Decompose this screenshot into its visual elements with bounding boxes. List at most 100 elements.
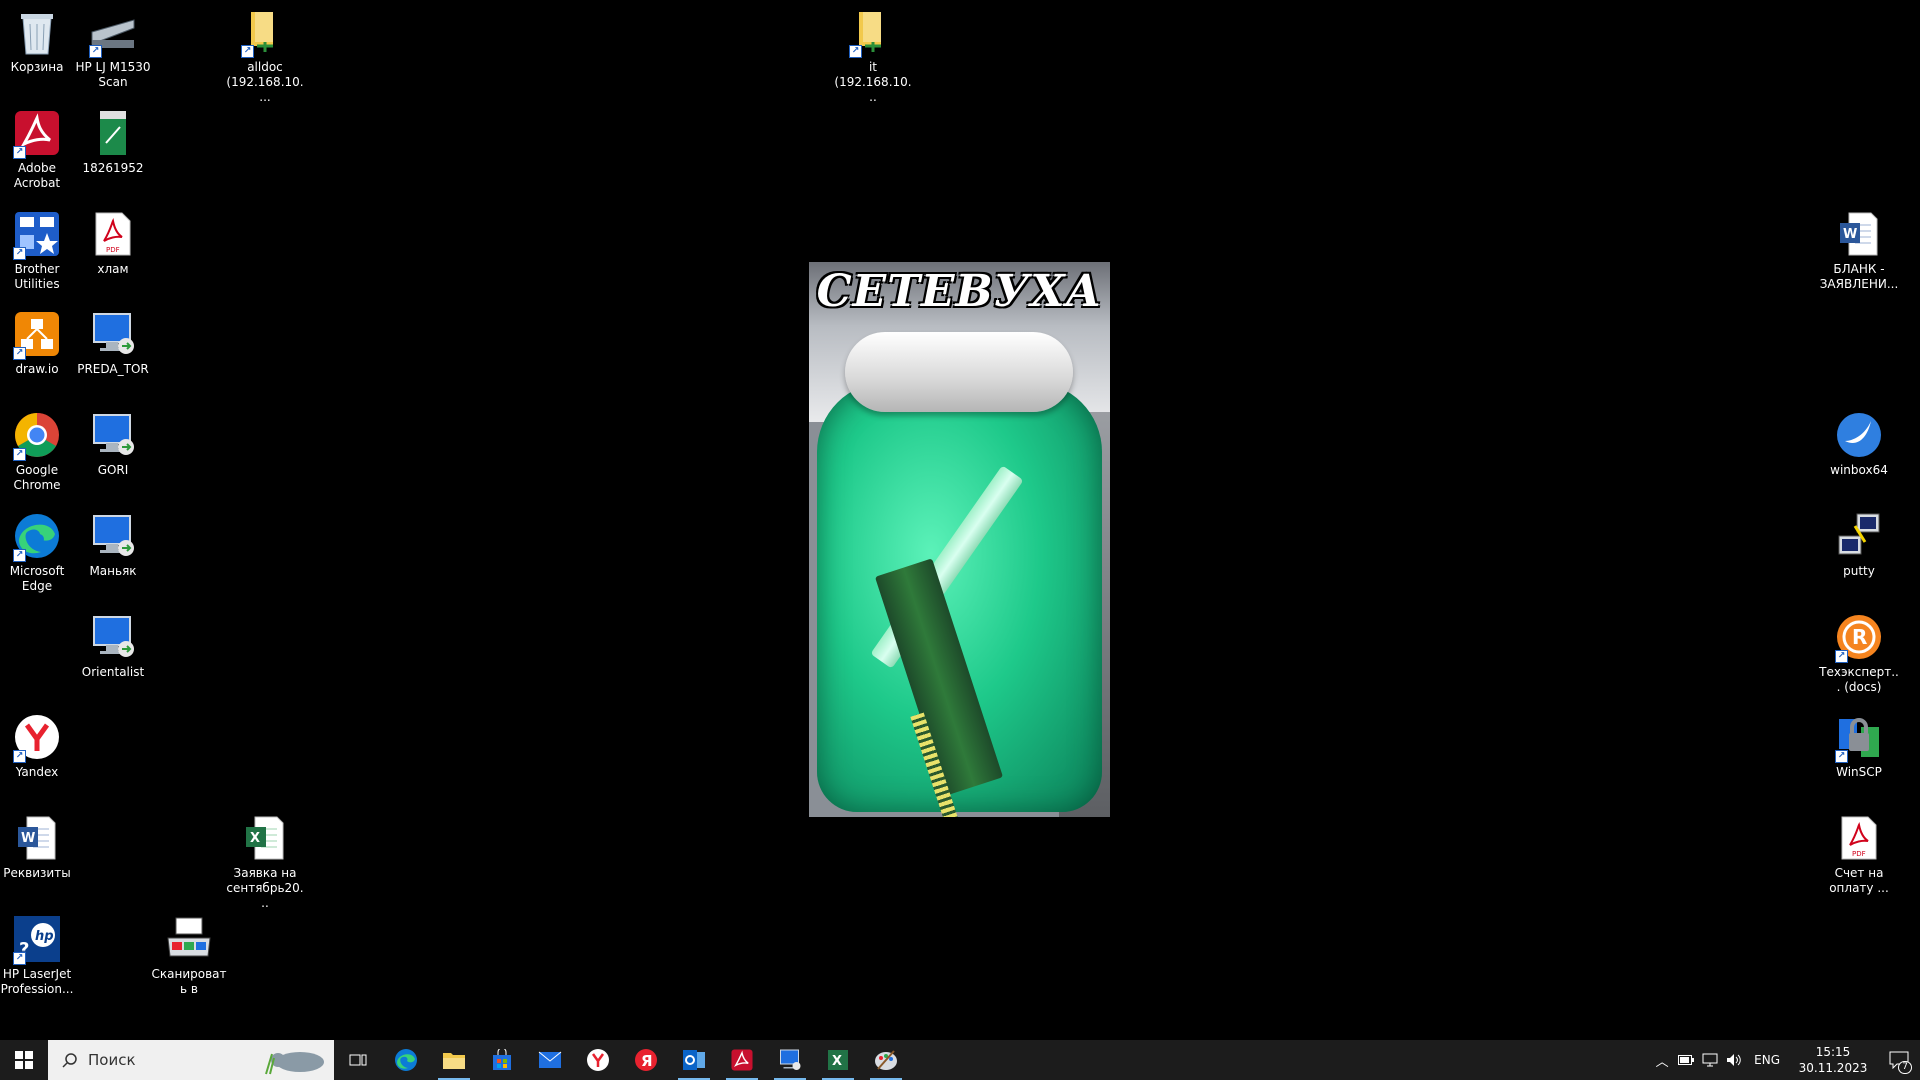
tray-volume-button[interactable] (1722, 1040, 1746, 1080)
svg-text:X: X (832, 1054, 842, 1069)
shortcut-arrow-icon: ↗ (13, 347, 26, 360)
desktop-icon-blank-zayavlenie[interactable]: W БЛАНК - ЗАЯВЛЕНИ... (1819, 204, 1899, 292)
tray-battery-button[interactable] (1674, 1040, 1698, 1080)
desktop-icon-winbox64[interactable]: winbox64 (1819, 405, 1899, 478)
system-tray: ︿ ENG 15:15 30.11.2023 7 (1650, 1040, 1920, 1080)
clock[interactable]: 15:15 30.11.2023 (1788, 1044, 1878, 1076)
scanner-icon: ↗ (87, 6, 139, 58)
desktop-icon-orientalist[interactable]: Orientalist (73, 607, 153, 680)
network-icon (1702, 1053, 1718, 1067)
desktop-icon-drawio[interactable]: ↗ draw.io (0, 304, 77, 377)
notification-count-badge: 7 (1898, 1061, 1912, 1074)
clock-date: 30.11.2023 (1798, 1061, 1868, 1075)
drawio-icon: ↗ (11, 308, 63, 360)
tray-network-button[interactable] (1698, 1040, 1722, 1080)
outlook-icon (683, 1050, 705, 1070)
desktop-icon-it[interactable]: ↗ it (192.168.10... (833, 2, 913, 105)
shortcut-arrow-icon: ↗ (13, 952, 26, 965)
taskbar-store[interactable] (478, 1040, 526, 1080)
windows-logo-icon (15, 1051, 33, 1069)
taskbar-acrobat[interactable] (718, 1040, 766, 1080)
desktop-icon-rekvizity[interactable]: W Реквизиты (0, 808, 77, 881)
start-button[interactable] (0, 1040, 48, 1080)
search-icon (62, 1053, 77, 1068)
svg-text:X: X (250, 831, 260, 846)
desktop-icon-brother-utilities[interactable]: ↗ Brother Utilities (0, 204, 77, 292)
desktop-icon-gori[interactable]: GORI (73, 405, 153, 478)
notification-center-button[interactable]: 7 (1878, 1040, 1920, 1080)
svg-text:W: W (1843, 227, 1857, 242)
task-view-button[interactable] (334, 1040, 382, 1080)
show-hidden-icons-button[interactable]: ︿ (1650, 1040, 1674, 1080)
desktop-icon-hp-laserjet[interactable]: hp? ↗ HP LaserJet Profession... (0, 909, 77, 997)
wallpaper-image: СЕТЕВУХА (809, 262, 1110, 817)
desktop-icon-winscp[interactable]: ↗ WinSCP (1819, 707, 1899, 780)
shortcut-arrow-icon: ↗ (13, 247, 26, 260)
winbox-icon (1833, 409, 1885, 461)
archive-icon (87, 107, 139, 159)
paint-icon (875, 1050, 897, 1070)
shortcut-arrow-icon: ↗ (1835, 750, 1848, 763)
taskbar: Поиск Я X ︿ ENG 15:15 30.11.2023 7 (0, 1040, 1920, 1080)
taskbar-outlook[interactable] (670, 1040, 718, 1080)
pdf-file-icon: PDF (87, 208, 139, 260)
acrobat-icon (731, 1049, 753, 1071)
desktop-icon-hp-scan[interactable]: ↗ HP LJ M1530 Scan (73, 2, 153, 90)
desktop-icon-putty[interactable]: putty (1819, 506, 1899, 579)
winscp-icon: ↗ (1833, 711, 1885, 763)
desktop-icon-recycle-bin[interactable]: Корзина (0, 2, 77, 75)
desktop-icon-zayavka[interactable]: X Заявка на сентябрь20... (225, 808, 305, 911)
jar-lid (845, 332, 1073, 412)
yandex-browser-icon (587, 1049, 609, 1071)
remote-desktop-icon (87, 510, 139, 562)
excel-icon: X (828, 1050, 848, 1070)
desktop-icon-skanirovat-v[interactable]: Сканировать в (149, 909, 229, 997)
language-indicator[interactable]: ENG (1746, 1053, 1788, 1067)
remote-desktop-icon (780, 1049, 801, 1070)
tehexpert-icon: R ↗ (1833, 611, 1885, 663)
taskbar-edge[interactable] (382, 1040, 430, 1080)
svg-text:PDF: PDF (1852, 850, 1866, 858)
desktop-icon-microsoft-edge[interactable]: ↗ Microsoft Edge (0, 506, 77, 594)
desktop-icon-alldoc[interactable]: ↗ alldoc (192.168.10.... (225, 2, 305, 105)
edge-icon (395, 1049, 417, 1071)
yandex-browser-icon: ↗ (11, 711, 63, 763)
desktop-icon-18261952[interactable]: 18261952 (73, 103, 153, 176)
remote-desktop-icon (87, 611, 139, 663)
recycle-bin-icon (11, 6, 63, 58)
desktop-icon-adobe-acrobat[interactable]: ↗ Adobe Acrobat (0, 103, 77, 191)
remote-desktop-icon (87, 308, 139, 360)
word-document-icon: W (11, 812, 63, 864)
edge-icon: ↗ (11, 510, 63, 562)
mail-icon (538, 1051, 562, 1068)
taskbar-remote-desktop[interactable] (766, 1040, 814, 1080)
taskbar-yandex[interactable]: Я (622, 1040, 670, 1080)
taskbar-yandex-browser[interactable] (574, 1040, 622, 1080)
task-view-icon (349, 1054, 367, 1066)
pdf-file-icon: PDF (1833, 812, 1885, 864)
taskbar-mail[interactable] (526, 1040, 574, 1080)
chrome-icon: ↗ (11, 409, 63, 461)
taskbar-excel[interactable]: X (814, 1040, 862, 1080)
search-box[interactable]: Поиск (48, 1040, 334, 1080)
taskbar-paint[interactable] (862, 1040, 910, 1080)
desktop: Корзина ↗ HP LJ M1530 Scan ↗ alldoc (192… (0, 0, 1920, 1040)
desktop-icon-yandex[interactable]: ↗ Yandex (0, 707, 77, 780)
desktop-icon-preda-tor[interactable]: PREDA_TOR (73, 304, 153, 377)
desktop-icon-tehexpert[interactable]: R ↗ Техэксперт... (docs) (1819, 607, 1899, 695)
yandex-icon: Я (635, 1049, 657, 1071)
excel-document-icon: X (239, 812, 291, 864)
hp-laserjet-icon: hp? ↗ (11, 913, 63, 965)
remote-desktop-icon (87, 409, 139, 461)
clock-time: 15:15 (1815, 1045, 1851, 1059)
shortcut-arrow-icon: ↗ (89, 45, 102, 58)
desktop-icon-hlam[interactable]: PDF хлам (73, 204, 153, 277)
desktop-icon-schet-na-oplatu[interactable]: PDF Счет на оплату ... (1819, 808, 1899, 896)
network-folder-icon: ↗ (847, 6, 899, 58)
brother-utilities-icon: ↗ (11, 208, 63, 260)
taskbar-file-explorer[interactable] (430, 1040, 478, 1080)
desktop-icon-google-chrome[interactable]: ↗ Google Chrome (0, 405, 77, 493)
shortcut-arrow-icon: ↗ (849, 45, 862, 58)
desktop-icon-manyak[interactable]: Маньяк (73, 506, 153, 579)
putty-icon (1833, 510, 1885, 562)
